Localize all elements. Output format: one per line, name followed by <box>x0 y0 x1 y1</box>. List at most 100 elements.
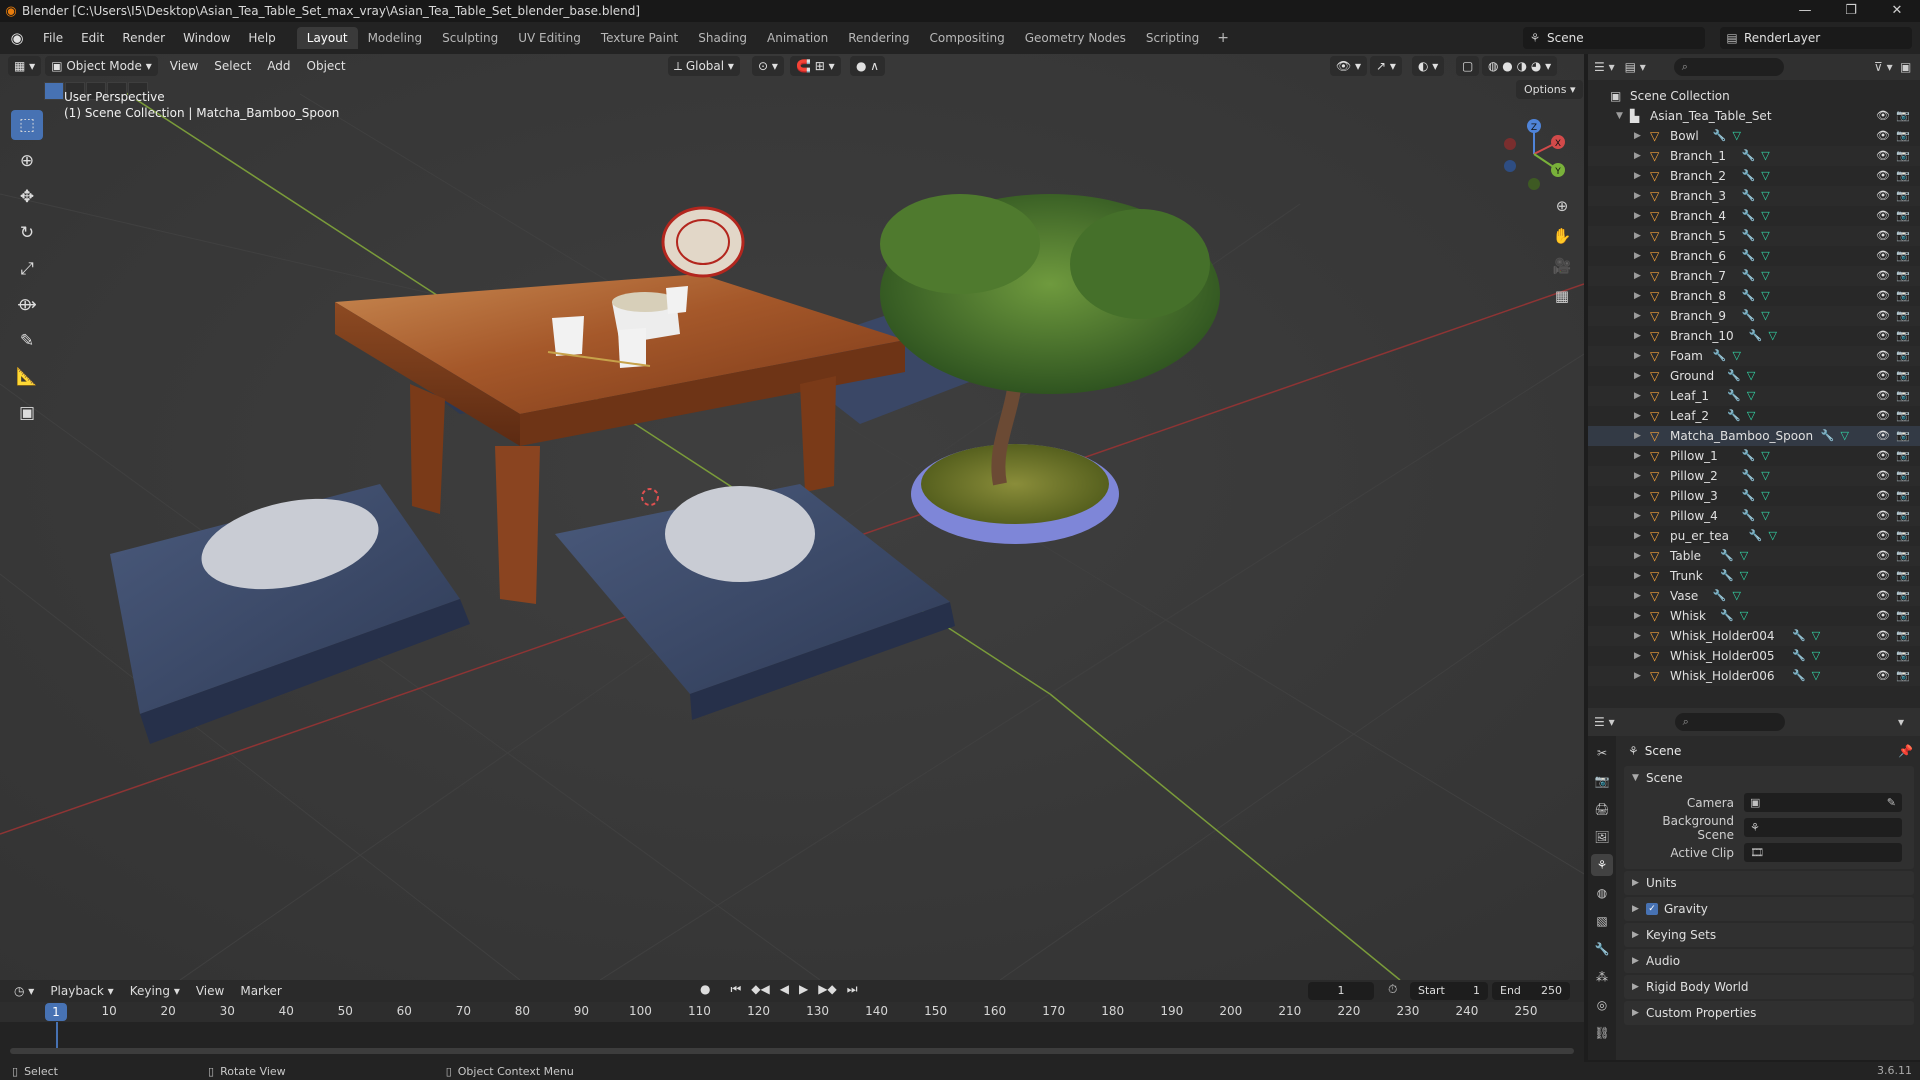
pin-icon[interactable]: 📌 <box>1898 744 1913 758</box>
move-tool-icon[interactable]: ✥ <box>11 182 43 212</box>
units-panel[interactable]: ▶ Units <box>1624 871 1914 895</box>
eye-icon[interactable]: 👁 <box>1876 246 1890 266</box>
render-camera-icon[interactable]: 📷 <box>1896 166 1910 186</box>
modifier-icons[interactable]: 🔧 ▽ <box>1713 586 1741 606</box>
expand-toggle-icon[interactable]: ▶ <box>1634 346 1641 366</box>
mesh-data-icon[interactable]: ▽ <box>1761 249 1769 262</box>
zoom-icon[interactable]: ⊕ <box>1550 194 1574 218</box>
expand-toggle-icon[interactable]: ▶ <box>1634 266 1641 286</box>
modifier-icons[interactable]: 🔧 ▽ <box>1742 506 1770 526</box>
modifier-icons[interactable]: 🔧 ▽ <box>1792 626 1820 646</box>
eye-icon[interactable]: 👁 <box>1876 266 1890 286</box>
outliner-object-row[interactable]: ▶ ▽ Matcha_Bamboo_Spoon 🔧 ▽ 👁 📷 <box>1588 426 1920 446</box>
outliner-object-row[interactable]: ▶ ▽ Trunk 🔧 ▽ 👁 📷 <box>1588 566 1920 586</box>
tab-texture-paint[interactable]: Texture Paint <box>591 27 688 49</box>
tab-modeling[interactable]: Modeling <box>358 27 433 49</box>
modifier-wrench-icon[interactable]: 🔧 <box>1742 509 1756 522</box>
modifier-wrench-icon[interactable]: 🔧 <box>1742 189 1756 202</box>
modifier-icons[interactable]: 🔧 ▽ <box>1742 266 1770 286</box>
outliner-object-row[interactable]: ▶ ▽ Table 🔧 ▽ 👁 📷 <box>1588 546 1920 566</box>
outliner-object-row[interactable]: ▶ ▽ Vase 🔧 ▽ 👁 📷 <box>1588 586 1920 606</box>
scene-tab-icon[interactable]: ⚘ <box>1591 854 1613 876</box>
render-camera-icon[interactable]: 📷 <box>1896 546 1910 566</box>
editor-type-icon[interactable]: ◷ ▾ <box>6 984 42 998</box>
perspective-toggle-icon[interactable]: ▦ <box>1550 284 1574 308</box>
render-camera-icon[interactable]: 📷 <box>1896 306 1910 326</box>
modifier-wrench-icon[interactable]: 🔧 <box>1742 309 1756 322</box>
end-frame-field[interactable]: End 250 <box>1492 982 1570 1000</box>
eye-icon[interactable]: 👁 <box>1876 126 1890 146</box>
eye-icon[interactable]: 👁 <box>1876 226 1890 246</box>
render-camera-icon[interactable]: 📷 <box>1896 526 1910 546</box>
timeline-menu-view[interactable]: View <box>188 984 232 998</box>
render-camera-icon[interactable]: 📷 <box>1896 186 1910 206</box>
mesh-data-icon[interactable]: ▽ <box>1740 609 1748 622</box>
modifier-wrench-icon[interactable]: 🔧 <box>1792 629 1806 642</box>
eye-icon[interactable]: 👁 <box>1876 106 1890 126</box>
outliner-scene-collection[interactable]: ▣ Scene Collection <box>1588 86 1920 106</box>
menu-render[interactable]: Render <box>113 22 174 54</box>
tab-rendering[interactable]: Rendering <box>838 27 919 49</box>
tab-layout[interactable]: Layout <box>296 27 358 49</box>
expand-toggle-icon[interactable]: ▶ <box>1634 226 1641 246</box>
modifier-wrench-icon[interactable]: 🔧 <box>1792 649 1806 662</box>
modifier-wrench-icon[interactable]: 🔧 <box>1720 569 1734 582</box>
outliner-object-row[interactable]: ▶ ▽ Whisk_Holder006 🔧 ▽ 👁 📷 <box>1588 666 1920 686</box>
particles-tab-icon[interactable]: ⁂ <box>1591 966 1613 988</box>
modifier-wrench-icon[interactable]: 🔧 <box>1727 389 1741 402</box>
constraints-tab-icon[interactable]: ⛓ <box>1591 1022 1613 1044</box>
mesh-data-icon[interactable]: ▽ <box>1761 489 1769 502</box>
eye-icon[interactable]: 👁 <box>1876 646 1890 666</box>
eye-icon[interactable]: 👁 <box>1876 606 1890 626</box>
mesh-data-icon[interactable]: ▽ <box>1747 369 1755 382</box>
eyedropper-icon[interactable]: ✎ <box>1887 796 1896 809</box>
mesh-data-icon[interactable]: ▽ <box>1740 549 1748 562</box>
modifier-icons[interactable]: 🔧 ▽ <box>1742 466 1770 486</box>
play-reverse-icon[interactable]: ◀ <box>780 982 789 997</box>
outliner-object-row[interactable]: ▶ ▽ Whisk_Holder004 🔧 ▽ 👁 📷 <box>1588 626 1920 646</box>
timeline-menu-keying[interactable]: Keying ▾ <box>122 984 188 998</box>
rigid-body-world-panel[interactable]: ▶ Rigid Body World <box>1624 975 1914 999</box>
expand-toggle-icon[interactable]: ▶ <box>1634 146 1641 166</box>
xray-toggle-button[interactable]: ▢ <box>1456 56 1480 76</box>
current-frame-field[interactable]: 1 <box>1308 982 1374 1000</box>
render-camera-icon[interactable]: 📷 <box>1896 246 1910 266</box>
mesh-data-icon[interactable]: ▽ <box>1761 269 1769 282</box>
outliner-object-row[interactable]: ▶ ▽ Branch_1 🔧 ▽ 👁 📷 <box>1588 146 1920 166</box>
outliner-object-row[interactable]: ▶ ▽ Branch_4 🔧 ▽ 👁 📷 <box>1588 206 1920 226</box>
scene-selector[interactable]: ⚘ Scene <box>1523 27 1705 49</box>
audio-panel[interactable]: ▶ Audio <box>1624 949 1914 973</box>
modifier-wrench-icon[interactable]: 🔧 <box>1742 169 1756 182</box>
tab-shading[interactable]: Shading <box>688 27 757 49</box>
render-camera-icon[interactable]: 📷 <box>1896 446 1910 466</box>
modifier-wrench-icon[interactable]: 🔧 <box>1727 409 1741 422</box>
editor-type-button[interactable]: ▦ ▾ <box>8 56 42 76</box>
gizmo-toggle-button[interactable]: ↗ ▾ <box>1370 56 1402 76</box>
chevron-down-icon[interactable]: ▾ <box>1898 715 1904 729</box>
gravity-panel[interactable]: ▶ ✓ Gravity <box>1624 897 1914 921</box>
mesh-data-icon[interactable]: ▽ <box>1733 349 1741 362</box>
mesh-data-icon[interactable]: ▽ <box>1769 529 1777 542</box>
modifier-icons[interactable]: 🔧 ▽ <box>1742 486 1770 506</box>
timeline-menu-playback[interactable]: Playback ▾ <box>42 984 121 998</box>
eye-icon[interactable]: 👁 <box>1876 546 1890 566</box>
tab-uv-editing[interactable]: UV Editing <box>508 27 591 49</box>
outliner-object-row[interactable]: ▶ ▽ Leaf_2 🔧 ▽ 👁 📷 <box>1588 406 1920 426</box>
outliner-object-row[interactable]: ▶ ▽ Branch_8 🔧 ▽ 👁 📷 <box>1588 286 1920 306</box>
visibility-dropdown[interactable]: 👁 ▾ <box>1330 56 1368 76</box>
expand-toggle-icon[interactable]: ▶ <box>1634 666 1641 686</box>
tab-animation[interactable]: Animation <box>757 27 838 49</box>
eye-icon[interactable]: 👁 <box>1876 286 1890 306</box>
navigation-gizmo[interactable]: Z X Y <box>1494 114 1574 194</box>
mesh-data-icon[interactable]: ▽ <box>1761 229 1769 242</box>
view-layer-selector[interactable]: ▤ RenderLayer <box>1720 27 1912 49</box>
background-scene-field[interactable]: ⚘ <box>1744 818 1902 837</box>
timeline-scrollbar[interactable] <box>10 1048 1574 1054</box>
modifier-wrench-icon[interactable]: 🔧 <box>1792 669 1806 682</box>
outliner-object-row[interactable]: ▶ ▽ Ground 🔧 ▽ 👁 📷 <box>1588 366 1920 386</box>
modifier-icons[interactable]: 🔧 ▽ <box>1727 406 1755 426</box>
modifier-icons[interactable]: 🔧 ▽ <box>1792 666 1820 686</box>
eye-icon[interactable]: 👁 <box>1876 166 1890 186</box>
modifier-icons[interactable]: 🔧 ▽ <box>1742 306 1770 326</box>
modifier-wrench-icon[interactable]: 🔧 <box>1742 249 1756 262</box>
